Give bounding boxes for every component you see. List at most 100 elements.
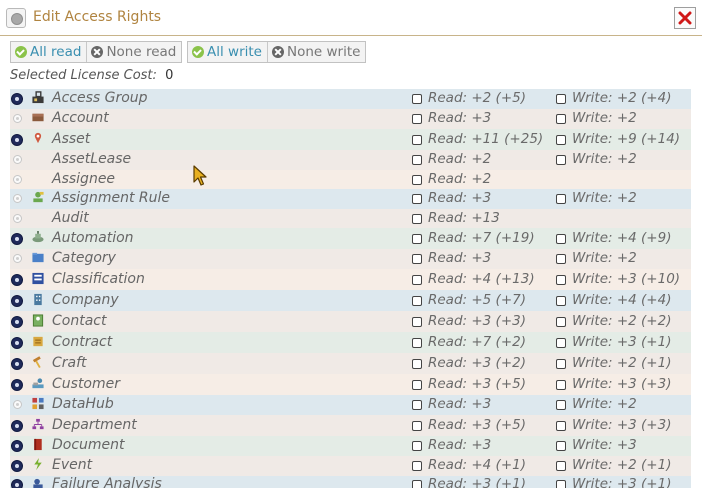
write-permission-label: Write: +2 (+4) (572, 90, 672, 106)
write-checkbox[interactable] (556, 380, 566, 390)
read-checkbox[interactable] (412, 338, 422, 348)
robot-icon (32, 231, 44, 243)
access-row: Contact Read: +3 (+3) Write: +2 (+2) (10, 311, 691, 332)
write-permission-label: Write: +4 (+9) (572, 230, 672, 246)
expand-toggle-icon[interactable] (11, 440, 23, 452)
read-checkbox[interactable] (412, 135, 422, 145)
write-checkbox[interactable] (556, 194, 566, 204)
customer-icon (32, 378, 44, 389)
expand-toggle-icon[interactable] (11, 420, 23, 432)
entity-name: Document (52, 437, 125, 453)
org-chart-icon (32, 418, 44, 430)
write-checkbox[interactable] (556, 317, 566, 327)
read-checkbox[interactable] (412, 461, 422, 471)
expand-toggle-icon[interactable] (11, 134, 23, 146)
entity-name: AssetLease (52, 151, 132, 167)
read-checkbox[interactable] (412, 234, 422, 244)
expand-toggle-icon[interactable] (11, 295, 23, 307)
entity-name: Department (52, 417, 137, 433)
expand-toggle-icon[interactable] (11, 358, 23, 370)
write-checkbox[interactable] (556, 400, 566, 410)
window-menu-icon[interactable] (6, 8, 26, 28)
read-checkbox[interactable] (412, 421, 422, 431)
write-checkbox[interactable] (556, 359, 566, 369)
read-permission-label: Read: +3 (428, 110, 492, 126)
read-permission-label: Read: +7 (+19) (428, 230, 535, 246)
read-checkbox[interactable] (412, 175, 422, 185)
read-checkbox[interactable] (412, 155, 422, 165)
check-circle-icon (192, 46, 204, 58)
write-checkbox[interactable] (556, 480, 566, 488)
building-icon (34, 293, 42, 306)
read-checkbox[interactable] (412, 317, 422, 327)
write-permission-label: Write: +2 (572, 110, 637, 126)
expand-toggle-icon[interactable] (11, 274, 23, 286)
write-checkbox[interactable] (556, 461, 566, 471)
expand-toggle-disabled-icon (13, 155, 22, 164)
expand-toggle-icon[interactable] (11, 460, 23, 472)
read-checkbox[interactable] (412, 441, 422, 451)
entity-name: Assignment Rule (52, 190, 170, 206)
expand-toggle-icon[interactable] (11, 93, 23, 105)
read-permission-label: Read: +3 (428, 190, 492, 206)
read-checkbox[interactable] (412, 380, 422, 390)
read-checkbox[interactable] (412, 275, 422, 285)
read-checkbox[interactable] (412, 94, 422, 104)
all-write-button[interactable]: All write (188, 42, 268, 62)
close-icon (678, 11, 692, 25)
access-row: Audit Read: +13 (10, 209, 691, 228)
read-permission-label: Read: +2 (428, 171, 492, 187)
write-checkbox[interactable] (556, 338, 566, 348)
read-checkbox[interactable] (412, 214, 422, 224)
write-checkbox[interactable] (556, 296, 566, 306)
write-checkbox[interactable] (556, 275, 566, 285)
all-read-button[interactable]: All read (11, 42, 88, 62)
write-checkbox[interactable] (556, 234, 566, 244)
access-row: DataHub Read: +3 Write: +2 (10, 395, 691, 415)
expand-toggle-icon[interactable] (11, 337, 23, 349)
write-permission-label: Write: +3 (+10) (572, 271, 681, 287)
entity-name: Asset (52, 131, 91, 147)
write-permission-label: Write: +3 (+3) (572, 417, 672, 433)
expand-toggle-icon[interactable] (11, 479, 23, 488)
book-icon (34, 438, 42, 451)
read-permission-label: Read: +3 (428, 250, 492, 266)
read-permission-label: Read: +11 (+25) (428, 131, 544, 147)
read-checkbox[interactable] (412, 400, 422, 410)
access-row: Company Read: +5 (+7) Write: +4 (+4) (10, 290, 691, 311)
read-checkbox[interactable] (412, 254, 422, 264)
license-cost: Selected License Cost: 0 (10, 68, 173, 83)
entity-name: Assignee (52, 171, 116, 187)
write-checkbox[interactable] (556, 421, 566, 431)
wallet-icon (32, 113, 44, 122)
entity-name: Customer (52, 376, 121, 392)
close-button[interactable] (674, 7, 696, 29)
access-row: Document Read: +3 Write: +3 (10, 436, 691, 456)
write-checkbox[interactable] (556, 135, 566, 145)
write-checkbox[interactable] (556, 254, 566, 264)
read-checkbox[interactable] (412, 114, 422, 124)
x-circle-icon (271, 46, 284, 58)
read-checkbox[interactable] (412, 296, 422, 306)
read-permission-label: Read: +3 (428, 396, 492, 412)
read-permission-label: Read: +3 (+2) (428, 355, 526, 371)
read-checkbox[interactable] (412, 194, 422, 204)
entity-name: Audit (52, 210, 89, 226)
read-checkbox[interactable] (412, 359, 422, 369)
entity-name: Failure Analysis (52, 476, 162, 488)
none-read-button[interactable]: None read (87, 42, 182, 62)
expand-toggle-icon[interactable] (11, 233, 23, 245)
expand-toggle-icon[interactable] (11, 379, 23, 391)
write-checkbox[interactable] (556, 114, 566, 124)
write-checkbox[interactable] (556, 441, 566, 451)
entity-name: DataHub (52, 396, 114, 412)
write-checkbox[interactable] (556, 94, 566, 104)
access-row: Department Read: +3 (+5) Write: +3 (+3) (10, 415, 691, 436)
read-checkbox[interactable] (412, 480, 422, 488)
write-checkbox[interactable] (556, 155, 566, 165)
entity-name: Contact (52, 313, 107, 329)
access-row: Assignment Rule Read: +3 Write: +2 (10, 189, 691, 209)
expand-toggle-icon[interactable] (11, 316, 23, 328)
write-permission-label: Write: +2 (572, 250, 637, 266)
none-write-button[interactable]: None write (267, 42, 366, 62)
